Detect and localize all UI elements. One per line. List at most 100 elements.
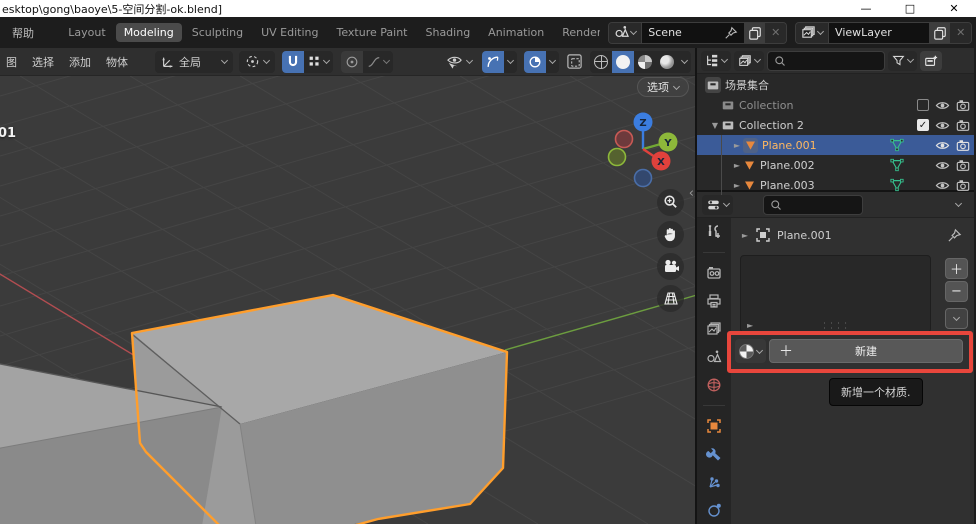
visibility-dropdown[interactable] bbox=[440, 51, 478, 73]
editor-type-dropdown[interactable] bbox=[701, 51, 731, 71]
viewport-3d[interactable]: 01 选项 Z Y X bbox=[0, 76, 695, 524]
display-mode-dropdown[interactable] bbox=[734, 51, 764, 71]
pan-button[interactable] bbox=[657, 221, 684, 248]
outliner-search-input[interactable] bbox=[767, 51, 885, 71]
list-resize-grip[interactable]: · · · ·· · · · bbox=[823, 321, 848, 331]
view-layer-browse-button[interactable] bbox=[796, 23, 828, 43]
remove-view-layer-icon[interactable]: ✕ bbox=[950, 23, 971, 43]
scene-name-field[interactable]: Scene bbox=[641, 23, 744, 43]
sidebar-collapse-arrow[interactable]: ‹ bbox=[689, 186, 694, 201]
browse-material-dropdown[interactable] bbox=[735, 339, 766, 363]
hide-eye-icon[interactable] bbox=[935, 179, 950, 192]
proportional-falloff-dropdown[interactable] bbox=[363, 51, 393, 73]
disable-render-camera-icon[interactable] bbox=[956, 179, 970, 192]
shading-material-button[interactable] bbox=[634, 51, 656, 73]
camera-view-button[interactable] bbox=[657, 253, 684, 280]
tab-scene-icon[interactable] bbox=[706, 349, 722, 365]
tab-particles-icon[interactable] bbox=[706, 474, 722, 490]
shading-rendered-button[interactable] bbox=[656, 51, 678, 73]
maximize-button[interactable]: □ bbox=[888, 0, 932, 17]
menu-add[interactable]: 添加 bbox=[62, 51, 98, 73]
remove-material-slot-button[interactable]: − bbox=[945, 281, 968, 302]
gizmo-settings-dropdown[interactable] bbox=[504, 51, 517, 73]
hide-eye-icon[interactable] bbox=[935, 159, 950, 172]
pivot-point-dropdown[interactable] bbox=[239, 51, 275, 73]
pin-icon[interactable] bbox=[724, 26, 738, 40]
disable-render-camera-icon[interactable] bbox=[956, 119, 970, 132]
workspace-tab-modeling[interactable]: Modeling bbox=[116, 23, 182, 42]
zoom-button[interactable] bbox=[657, 189, 684, 216]
tab-tool-icon[interactable] bbox=[706, 224, 722, 240]
new-collection-button[interactable] bbox=[920, 51, 942, 71]
properties-options-dropdown[interactable] bbox=[955, 200, 962, 207]
navigation-gizmo[interactable]: Z Y X bbox=[598, 96, 694, 192]
editor-type-dropdown[interactable] bbox=[702, 195, 733, 215]
disable-render-camera-icon[interactable] bbox=[956, 159, 970, 172]
new-scene-button[interactable] bbox=[745, 23, 766, 43]
outliner-row-plane-001[interactable]: ► Plane.001 bbox=[697, 135, 974, 155]
scene-browse-button[interactable] bbox=[609, 23, 641, 43]
properties-search-input[interactable] bbox=[763, 195, 863, 215]
workspace-tab-sculpting[interactable]: Sculpting bbox=[184, 23, 251, 42]
hide-eye-icon[interactable] bbox=[935, 99, 950, 112]
tab-world-icon[interactable] bbox=[706, 377, 722, 393]
collection-checkbox[interactable] bbox=[917, 99, 929, 111]
shading-solid-button[interactable] bbox=[612, 51, 634, 73]
menu-select[interactable]: 选择 bbox=[25, 51, 61, 73]
workspace-tab-layout[interactable]: Layout bbox=[60, 23, 113, 42]
disable-render-camera-icon[interactable] bbox=[956, 99, 970, 112]
breadcrumb-expand-icon[interactable]: ► bbox=[741, 231, 749, 240]
overlays-settings-dropdown[interactable] bbox=[546, 51, 559, 73]
pin-icon[interactable] bbox=[947, 228, 962, 243]
expand-triangle-icon[interactable]: ► bbox=[731, 181, 743, 190]
workspace-tab-texture-paint[interactable]: Texture Paint bbox=[329, 23, 416, 42]
hide-eye-icon[interactable] bbox=[935, 119, 950, 132]
expand-triangle-icon[interactable]: ► bbox=[731, 141, 743, 150]
outliner-row-plane-002[interactable]: ► Plane.002 bbox=[697, 155, 974, 175]
collapse-triangle-icon[interactable]: ▼ bbox=[709, 121, 721, 130]
outliner-row-scene-collection[interactable]: 场景集合 bbox=[697, 75, 974, 95]
menu-object[interactable]: 物体 bbox=[99, 51, 135, 73]
shading-dropdown[interactable] bbox=[678, 51, 691, 73]
view-layer-name-field[interactable]: ViewLayer bbox=[828, 23, 930, 43]
disable-render-camera-icon[interactable] bbox=[956, 139, 970, 152]
tab-render-icon[interactable] bbox=[706, 265, 722, 281]
outliner-row-collection-2[interactable]: ▼ Collection 2 ✓ bbox=[697, 115, 974, 135]
new-view-layer-button[interactable] bbox=[930, 23, 951, 43]
minimize-button[interactable]: — bbox=[844, 0, 888, 17]
hide-eye-icon[interactable] bbox=[935, 139, 950, 152]
tab-view-layer-icon[interactable] bbox=[706, 321, 722, 337]
show-gizmo-toggle[interactable] bbox=[482, 51, 504, 73]
tab-output-icon[interactable] bbox=[706, 293, 722, 309]
collection-checkbox-checked[interactable]: ✓ bbox=[917, 119, 929, 131]
unlink-scene-icon[interactable]: ✕ bbox=[765, 23, 786, 43]
outliner-row-collection[interactable]: Collection bbox=[697, 95, 974, 115]
expand-triangle-icon[interactable]: ► bbox=[747, 321, 753, 330]
transform-orientation-dropdown[interactable]: 全局 bbox=[155, 51, 233, 73]
snap-settings-dropdown[interactable] bbox=[304, 51, 333, 73]
material-specials-dropdown[interactable] bbox=[945, 308, 968, 329]
menu-view[interactable]: 图 bbox=[4, 51, 24, 73]
shading-wireframe-button[interactable] bbox=[590, 51, 612, 73]
workspace-tab-shading[interactable]: Shading bbox=[417, 23, 478, 42]
toggle-xray-icon[interactable] bbox=[566, 53, 583, 70]
workspace-tab-uv-editing[interactable]: UV Editing bbox=[253, 23, 326, 42]
tab-object-icon[interactable] bbox=[706, 418, 722, 434]
workspace-tab-animation[interactable]: Animation bbox=[480, 23, 552, 42]
show-overlays-toggle[interactable] bbox=[524, 51, 546, 73]
tab-physics-icon[interactable] bbox=[706, 502, 722, 518]
material-slot-list[interactable]: ► · · · ·· · · · bbox=[740, 255, 931, 333]
add-material-slot-button[interactable]: ＋ bbox=[945, 258, 968, 279]
outliner-row-plane-003[interactable]: ► Plane.003 bbox=[697, 175, 974, 195]
expand-triangle-icon[interactable]: ► bbox=[731, 161, 743, 170]
perspective-toggle-button[interactable] bbox=[657, 285, 684, 312]
workspace-tab-rendering[interactable]: Renderi bbox=[554, 23, 600, 42]
filter-dropdown[interactable] bbox=[888, 51, 917, 71]
proportional-editing-toggle[interactable] bbox=[341, 51, 363, 73]
menu-help[interactable]: 帮助 bbox=[4, 22, 42, 44]
options-dropdown[interactable]: 选项 bbox=[637, 77, 689, 97]
tab-modifiers-icon[interactable] bbox=[706, 446, 722, 462]
close-button[interactable]: ✕ bbox=[932, 0, 976, 17]
new-material-button[interactable]: ＋ 新建 bbox=[769, 339, 963, 363]
snap-toggle[interactable] bbox=[282, 51, 304, 73]
